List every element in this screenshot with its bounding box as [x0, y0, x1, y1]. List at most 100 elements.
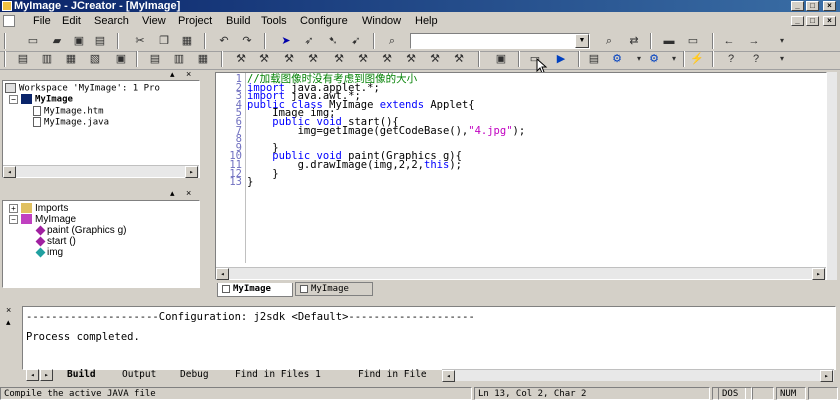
menu-search[interactable]: Search [94, 12, 129, 30]
bookmark-clear-icon[interactable]: ➹ [347, 33, 365, 49]
bookmark-prev-icon[interactable]: ➷ [324, 33, 342, 49]
context-help-icon[interactable]: ? [747, 51, 765, 67]
expand-icon[interactable]: + [9, 203, 18, 213]
output-window-icon[interactable]: ▭ [684, 33, 702, 49]
output-tab-find-in-files-1[interactable]: Find in Files 1 [235, 369, 321, 381]
class-node[interactable]: − MyImage [9, 214, 76, 225]
workspace-window-icon[interactable]: ▤ [14, 51, 32, 67]
doc-minimize-icon[interactable]: _ [791, 16, 804, 26]
forward-arrow-icon[interactable]: → [745, 33, 763, 49]
step-icon[interactable]: ⚙ [608, 51, 626, 67]
redo-icon[interactable]: ↷ [238, 33, 256, 49]
class-view-icon[interactable]: ▦ [62, 51, 80, 67]
panel-close-icon[interactable]: × [186, 70, 191, 79]
menu-configure[interactable]: Configure [300, 12, 348, 30]
back-arrow-icon[interactable]: ← [720, 33, 738, 49]
tile-icon[interactable]: ▥ [170, 51, 188, 67]
app-icon[interactable] [2, 1, 12, 11]
save-all-icon[interactable]: ▤ [91, 33, 109, 49]
output-tab-find-in-files-2[interactable]: Find in File [358, 369, 427, 381]
code-editor[interactable]: 1 2 3 4 5 6 7 8 9 10 11 12 13 //加载图像时没有考… [215, 72, 827, 280]
tool1-icon[interactable]: ⚒ [426, 51, 444, 67]
bookmark-next-icon[interactable]: ➶ [300, 33, 318, 49]
workspace-root[interactable]: Workspace 'MyImage': 1 Pro [5, 83, 160, 95]
find-binoculars-icon[interactable]: ⌕ [383, 33, 401, 49]
cut-icon[interactable]: ✂ [131, 33, 149, 49]
bookmark-icon[interactable]: ➤ [277, 33, 295, 49]
output-tab-build[interactable]: Build [67, 369, 96, 381]
menu-tools[interactable]: Tools [261, 12, 287, 30]
menu-build[interactable]: Build [226, 12, 250, 30]
toolbar-options-icon[interactable]: ▾ [773, 33, 791, 49]
undo-icon[interactable]: ↶ [215, 33, 233, 49]
imports-node[interactable]: + Imports [9, 203, 68, 214]
tool2-icon[interactable]: ⚒ [450, 51, 468, 67]
doc-close-icon[interactable]: × [823, 16, 836, 26]
editor-horizontal-scrollbar[interactable]: ◂ ▸ [216, 267, 826, 280]
document-icon[interactable] [3, 15, 15, 27]
scroll-left-icon[interactable]: ◂ [442, 370, 455, 382]
method-node[interactable]: paint (Graphics g) [35, 225, 126, 236]
horizontal-scrollbar[interactable]: ◂ ▸ [3, 165, 199, 178]
editor-vertical-scrollbar[interactable] [827, 72, 837, 280]
field-node[interactable]: img [35, 247, 63, 258]
debug-start-icon[interactable]: ▤ [585, 51, 603, 67]
scroll-right-icon[interactable]: ▸ [820, 370, 833, 382]
step-over-icon[interactable]: ⚙ [645, 51, 663, 67]
output-tab-debug[interactable]: Debug [180, 369, 209, 381]
toolbar-options-icon[interactable]: ▾ [773, 51, 791, 67]
javadoc-icon[interactable]: ⚒ [378, 51, 396, 67]
panel-minimize-icon[interactable]: ▴ [170, 189, 175, 198]
menu-edit[interactable]: Edit [62, 12, 81, 30]
file-node[interactable]: MyImage.htm [33, 106, 104, 118]
rebuild-icon[interactable]: ⚒ [280, 51, 298, 67]
window-list-icon[interactable]: ▬ [660, 33, 678, 49]
menu-view[interactable]: View [142, 12, 166, 30]
run-icon[interactable]: ⚒ [330, 51, 348, 67]
menu-window[interactable]: Window [362, 12, 401, 30]
tab-scroll-right-icon[interactable]: ▸ [40, 369, 53, 381]
split-icon[interactable]: ▦ [194, 51, 212, 67]
editor-tab-myimage-htm[interactable]: MyImage [217, 283, 293, 297]
panel-minimize-icon[interactable]: ▴ [6, 318, 11, 327]
chevron-down-icon[interactable]: ▼ [575, 34, 589, 48]
collapse-icon[interactable]: − [9, 94, 18, 104]
debug-icon[interactable]: ⚒ [354, 51, 372, 67]
clean-icon[interactable]: ⚒ [304, 51, 322, 67]
help-icon[interactable]: ? [722, 51, 740, 67]
compile-icon[interactable]: ⚒ [232, 51, 250, 67]
minimize-icon[interactable]: _ [791, 1, 804, 11]
build-icon[interactable]: ⚒ [255, 51, 273, 67]
doc-restore-icon[interactable]: □ [806, 16, 819, 26]
replace-icon[interactable]: ⇄ [625, 33, 643, 49]
collapse-icon[interactable]: − [9, 214, 18, 224]
package-view-icon[interactable]: ▧ [86, 51, 104, 67]
file-view-icon[interactable]: ▥ [38, 51, 56, 67]
source-code[interactable]: //加载图像时没有考虑到图像的大小 import java.applet.*; … [247, 74, 525, 188]
step-over-dropdown-icon[interactable]: ▾ [665, 51, 683, 67]
open-folder-icon[interactable]: ▰ [48, 33, 66, 49]
pin-icon[interactable]: ⚡ [688, 51, 706, 67]
menu-file[interactable]: File [33, 12, 51, 30]
tab-scroll-left-icon[interactable]: ◂ [26, 369, 39, 381]
copy-icon[interactable]: ❐ [155, 33, 173, 49]
scroll-right-icon[interactable]: ▸ [812, 268, 825, 280]
file-node[interactable]: MyImage.java [33, 117, 109, 129]
output-tab-output[interactable]: Output [122, 369, 156, 381]
execute-file-icon[interactable]: ▶ [552, 51, 570, 67]
search-combo[interactable]: ▼ [410, 33, 590, 49]
save-icon[interactable]: ▣ [70, 33, 88, 49]
scroll-left-icon[interactable]: ◂ [216, 268, 229, 280]
scroll-left-icon[interactable]: ◂ [3, 166, 16, 178]
panel-close-icon[interactable]: × [186, 189, 191, 198]
fullscreen-icon[interactable]: ▣ [112, 51, 130, 67]
jar-icon[interactable]: ⚒ [402, 51, 420, 67]
menu-help[interactable]: Help [415, 12, 438, 30]
editor-tab-myimage-java[interactable]: MyImage [295, 282, 373, 296]
panel-close-icon[interactable]: × [6, 306, 11, 315]
close-icon[interactable]: × [823, 1, 836, 11]
maximize-icon[interactable]: □ [806, 1, 819, 11]
scroll-right-icon[interactable]: ▸ [185, 166, 198, 178]
stop-icon[interactable]: ▣ [492, 51, 510, 67]
cascade-icon[interactable]: ▤ [146, 51, 164, 67]
